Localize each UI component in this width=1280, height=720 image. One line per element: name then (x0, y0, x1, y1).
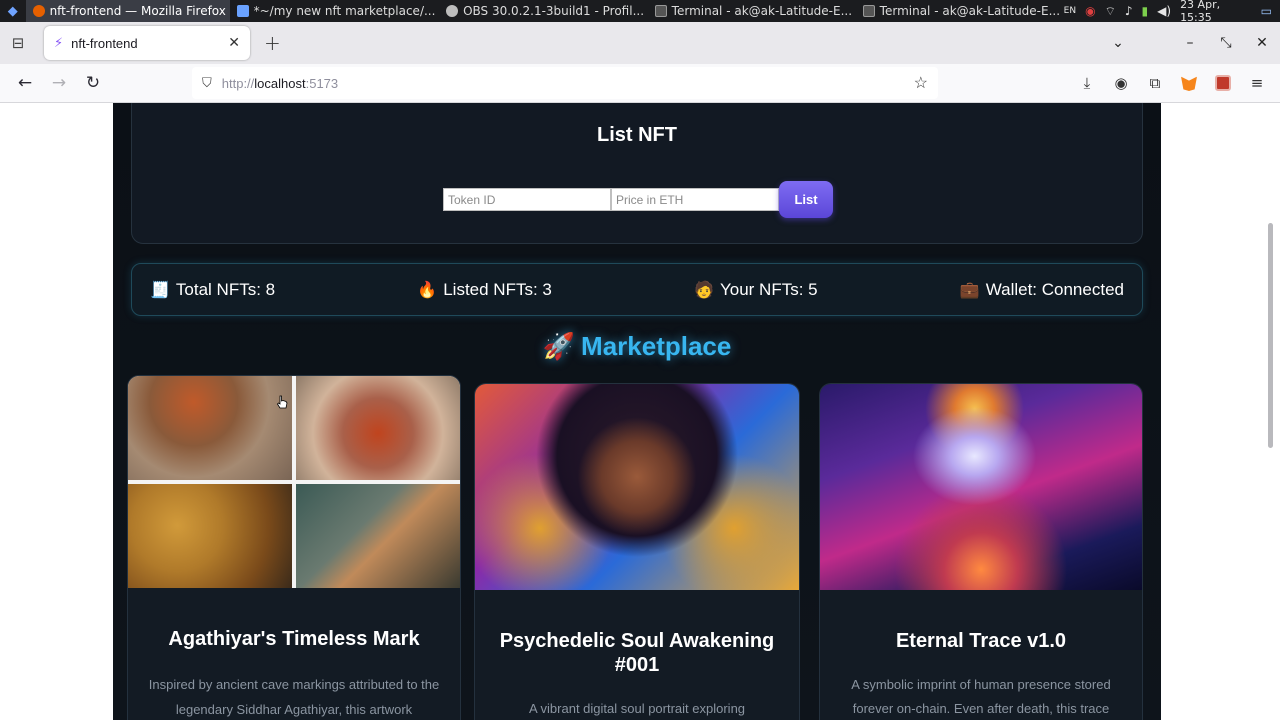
metamask-fox-icon[interactable] (1181, 76, 1197, 91)
stat-your-nfts: 🧑 Your NFTs: 5 (694, 280, 818, 300)
notification-bell-icon[interactable]: ♪ (1125, 4, 1133, 18)
list-nft-card: List NFT List (131, 103, 1143, 244)
volume-icon[interactable]: ◀) (1157, 4, 1171, 18)
battery-icon[interactable]: ▮ (1142, 4, 1149, 18)
forward-button[interactable]: → (42, 73, 76, 93)
keyboard-layout[interactable]: EN (1064, 6, 1076, 16)
marketplace-heading: 🚀 Marketplace (113, 331, 1161, 362)
nft-card-title: Psychedelic Soul Awakening #001 (499, 630, 775, 676)
wifi-icon[interactable]: ⌔ (1105, 4, 1116, 19)
stat-label: Listed NFTs: 3 (443, 279, 552, 299)
token-id-input[interactable] (443, 188, 611, 211)
extension-red-icon[interactable] (1215, 75, 1231, 91)
new-tab-button[interactable]: + (264, 31, 281, 55)
stats-bar: 🧾 Total NFTs: 8 🔥 Listed NFTs: 3 🧑 Your … (131, 263, 1143, 316)
browser-tab-strip: ⊟ ⚡ nft-frontend ✕ + ⌄ – ⤡ ✕ (0, 22, 1280, 64)
url-protocol: http:// (221, 75, 255, 91)
rocket-icon: 🚀 (542, 331, 576, 361)
show-desktop-icon[interactable]: ▭ (1261, 4, 1272, 18)
list-nft-heading: List NFT (597, 124, 677, 146)
firefox-icon (32, 5, 45, 17)
person-icon: 🧑 (694, 281, 714, 299)
nft-image-collage (128, 376, 460, 588)
nft-card[interactable]: Agathiyar's Timeless Mark Inspired by an… (127, 375, 461, 720)
nft-card-description-line: A vibrant digital soul portrait explorin… (528, 701, 746, 716)
stat-label: Your NFTs: 5 (719, 279, 818, 299)
nft-card-description-line: forever on-chain. Even after death, this… (852, 701, 1110, 716)
reload-button[interactable]: ↻ (76, 73, 110, 93)
vite-favicon-icon: ⚡ (54, 35, 64, 51)
collage-tile (128, 376, 292, 480)
stat-listed-nfts: 🔥 Listed NFTs: 3 (417, 280, 552, 300)
text-editor-icon (236, 5, 249, 17)
taskbar-task-editor[interactable]: *~/my new nft marketplace/... (230, 0, 439, 22)
tracking-protection-shield-icon[interactable]: ⛉ (202, 75, 212, 91)
navigation-toolbar: ← → ↻ ⛉ http://localhost:5173 ☆ ⤓ ◉ ⧉ ≡ (0, 64, 1280, 103)
account-icon[interactable]: ◉ (1106, 74, 1136, 92)
collage-tile (128, 484, 292, 588)
briefcase-icon: 💼 (959, 281, 980, 299)
nft-card[interactable]: Eternal Trace v1.0 A symbolic imprint of… (819, 383, 1143, 720)
back-button[interactable]: ← (8, 73, 42, 93)
stat-wallet: 💼 Wallet: Connected (960, 280, 1124, 300)
terminal-icon (862, 5, 875, 17)
nft-card-description-line: Inspired by ancient cave markings attrib… (148, 677, 440, 692)
minimize-window-button[interactable]: – (1172, 35, 1208, 51)
marketplace-title: Marketplace (581, 331, 732, 361)
tab-title: nft-frontend (71, 35, 138, 51)
list-nft-form: List (443, 181, 833, 218)
page-scrollbar[interactable] (1268, 223, 1273, 448)
hand-cursor-icon (276, 395, 288, 409)
stat-total-nfts: 🧾 Total NFTs: 8 (150, 280, 275, 300)
close-tab-icon[interactable]: ✕ (228, 35, 240, 51)
taskbar-task-firefox[interactable]: nft-frontend — Mozilla Firefox (25, 0, 230, 22)
list-all-tabs-chevron-icon[interactable]: ⌄ (1100, 35, 1136, 51)
url-port: :5173 (305, 75, 339, 91)
downloads-icon[interactable]: ⤓ (1072, 74, 1102, 92)
nft-card-title: Eternal Trace v1.0 (895, 630, 1067, 652)
extensions-puzzle-icon[interactable]: ⧉ (1140, 74, 1170, 92)
close-window-button[interactable]: ✕ (1244, 35, 1280, 51)
stat-label: Total NFTs: 8 (175, 279, 276, 299)
nft-card-description-line: legendary Siddhar Agathiyar, this artwor… (175, 702, 413, 717)
fire-icon: 🔥 (417, 281, 438, 299)
browser-tab[interactable]: ⚡ nft-frontend ✕ (44, 26, 250, 60)
firefox-view-icon[interactable]: ⊟ (0, 34, 36, 52)
url-host: localhost (254, 75, 306, 91)
system-tray: EN ◉ ⌔ ♪ ▮ ◀) 23 Apr, 15:35 ▭ (1064, 0, 1280, 24)
nft-image-psychedelic-portrait (475, 384, 799, 590)
taskbar-task-label: *~/my new nft marketplace/... (253, 4, 436, 18)
taskbar-task-obs[interactable]: OBS 30.0.2.1-3build1 - Profil... (439, 0, 648, 22)
app-menu-hamburger-icon[interactable]: ≡ (1242, 74, 1272, 92)
nft-image-eternal-trace (820, 384, 1142, 590)
taskbar-task-label: Terminal - ak@ak-Latitude-E... (879, 4, 1061, 18)
taskbar-task-label: nft-frontend — Mozilla Firefox (49, 4, 226, 18)
update-icon[interactable]: ◉ (1085, 4, 1095, 18)
bookmark-star-icon[interactable]: ☆ (914, 73, 928, 93)
clock[interactable]: 23 Apr, 15:35 (1180, 0, 1252, 24)
price-eth-input[interactable] (611, 188, 779, 211)
url-bar[interactable]: ⛉ http://localhost:5173 ☆ (192, 67, 938, 99)
list-button[interactable]: List (779, 181, 833, 218)
collage-tile (296, 376, 460, 480)
nft-card-title: Agathiyar's Timeless Mark (168, 628, 420, 650)
obs-icon (446, 5, 459, 17)
stat-label: Wallet: Connected (985, 279, 1124, 299)
restore-window-button[interactable]: ⤡ (1208, 35, 1244, 51)
taskbar-task-label: OBS 30.0.2.1-3build1 - Profil... (463, 4, 645, 18)
os-taskbar: ◆ nft-frontend — Mozilla Firefox *~/my n… (0, 0, 1280, 24)
page-viewport: List NFT List 🧾 Total NFTs: 8 🔥 Listed N… (0, 103, 1280, 720)
receipt-icon: 🧾 (150, 281, 170, 299)
nft-app-container: List NFT List 🧾 Total NFTs: 8 🔥 Listed N… (113, 103, 1161, 720)
nft-card[interactable]: Psychedelic Soul Awakening #001 A vibran… (474, 383, 800, 720)
taskbar-task-label: Terminal - ak@ak-Latitude-E... (671, 4, 853, 18)
taskbar-task-terminal-2[interactable]: Terminal - ak@ak-Latitude-E... (856, 0, 1064, 22)
taskbar-task-terminal-1[interactable]: Terminal - ak@ak-Latitude-E... (648, 0, 856, 22)
nft-card-description-line: A symbolic imprint of human presence sto… (851, 677, 1111, 692)
terminal-icon (654, 5, 667, 17)
collage-tile (296, 484, 460, 588)
start-menu-icon[interactable]: ◆ (0, 0, 26, 22)
